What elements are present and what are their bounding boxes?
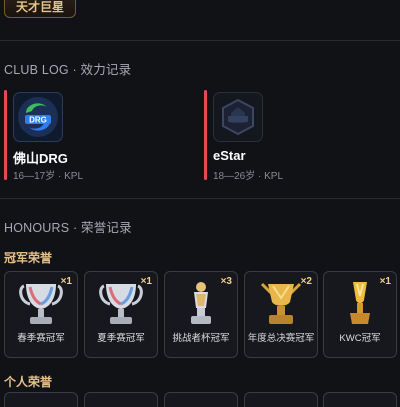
trophy-label: 挑战者杯冠军 [172,333,230,344]
personal-honours-title: 个人荣誉 [4,375,53,389]
trophy-card-summer[interactable]: ×1 夏季赛冠军 [84,271,158,358]
club-accent-bar [204,90,207,180]
trophy-label: 夏季赛冠军 [97,333,145,344]
drg-logo-icon: DRG [13,92,63,142]
trophy-label: KWC冠军 [339,333,381,344]
club-name: 佛山DRG [13,151,68,166]
trophy-label: 年度总决赛冠军 [247,333,315,344]
club-accent-bar [4,90,7,180]
svg-text:DRG: DRG [29,116,47,125]
trophy-card-finals[interactable]: ×2 年度总决赛冠军 [244,271,318,358]
silver-cup-icon [5,278,77,330]
estar-logo-icon [213,92,263,142]
trophy-card-kwc[interactable]: ×1 KWC冠军 [323,271,397,358]
trophy-card-spring[interactable]: ×1 春季赛冠军 [4,271,78,358]
challenger-cup-icon [165,278,237,330]
club-name: eStar [213,148,246,163]
club-card-drg[interactable]: DRG 佛山DRG 16—17岁 · KPL [4,90,194,182]
club-meta: 16—17岁 · KPL [13,171,84,182]
honours-title: HONOURS · 荣誉记录 [4,221,132,235]
club-card-estar[interactable]: eStar 18—26岁 · KPL [204,90,394,182]
divider [0,198,400,199]
champion-honours-title: 冠军荣誉 [4,251,53,265]
club-log-title: CLUB LOG · 效力记录 [4,63,132,77]
trophy-label: 春季赛冠军 [17,333,65,344]
gold-cup-icon [245,278,317,330]
kwc-cup-icon [324,278,396,330]
club-meta: 18—26岁 · KPL [213,171,284,182]
divider [0,40,400,41]
silver-cup-icon [85,278,157,330]
trophy-card-challenger[interactable]: ×3 挑战者杯冠军 [164,271,238,358]
title-badge: 天才巨星 [4,0,76,18]
